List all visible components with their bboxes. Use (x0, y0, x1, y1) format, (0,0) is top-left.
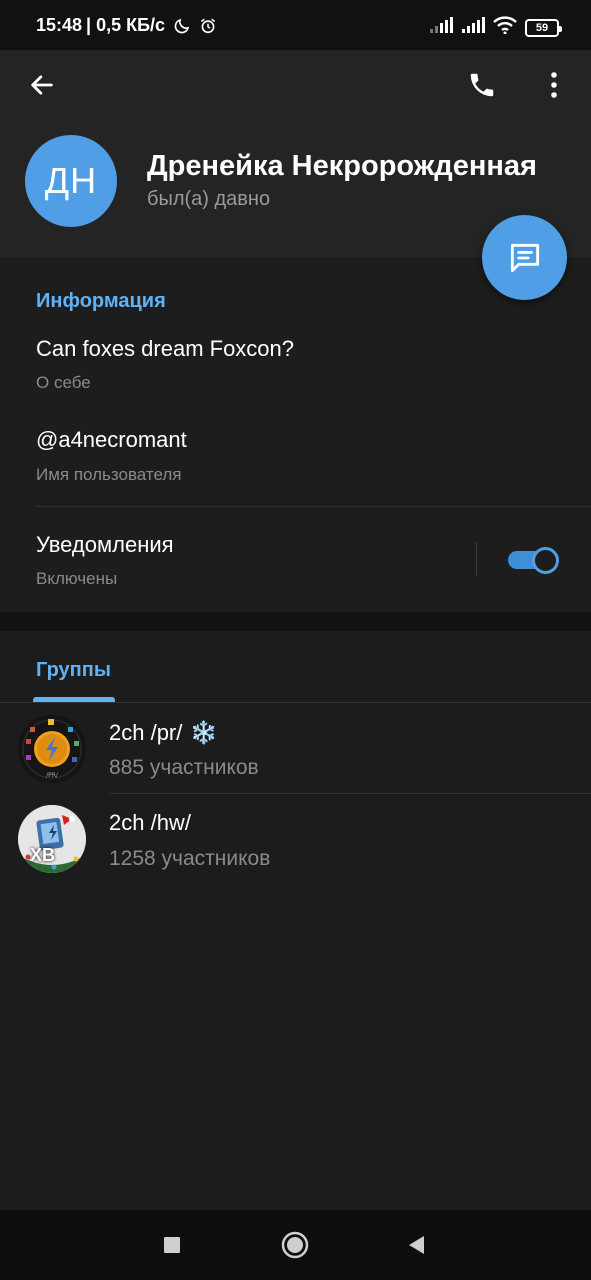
avatar-initials: ДН (44, 160, 98, 201)
system-nav-bar (0, 1210, 591, 1280)
notifications-toggle[interactable] (508, 547, 560, 574)
moon-icon (173, 17, 191, 35)
info-divider (36, 506, 591, 507)
group-name: 2ch /pr/ (109, 720, 183, 745)
info-section: Информация Can foxes dream Foxcon? О себ… (0, 260, 591, 612)
svg-text:/PR/: /PR/ (46, 772, 59, 779)
message-icon (510, 243, 539, 272)
triangle-back-icon (409, 1236, 424, 1254)
profile-avatar[interactable]: ДН (25, 135, 117, 227)
section-gap (0, 612, 591, 631)
back-nav-button[interactable] (396, 1225, 436, 1265)
info-section-title: Информация (36, 290, 166, 312)
profile-status: был(а) давно (147, 188, 271, 210)
tab-groups[interactable]: Группы (36, 659, 111, 682)
username-value: @a4necromant (36, 427, 187, 452)
square-icon (164, 1237, 180, 1253)
group-members-hw: 1258 участников (109, 847, 271, 870)
groups-section: Группы /PR/ 2ch /pr/ ❄️ 885 участников X… (0, 631, 591, 1210)
battery-level: 59 (535, 21, 549, 34)
notifications-row[interactable]: Уведомления Включены (0, 520, 460, 600)
home-button[interactable] (275, 1225, 315, 1265)
username-label: Имя пользователя (36, 465, 182, 484)
alarm-icon (199, 17, 217, 35)
toggle-knob (532, 547, 559, 574)
more-button[interactable] (534, 65, 574, 105)
phone-icon (470, 73, 494, 97)
bio-value: Can foxes dream Foxcon? (36, 336, 295, 361)
group-item-pr[interactable]: /PR/ 2ch /pr/ ❄️ 885 участников (0, 703, 591, 793)
signal-icon (461, 17, 485, 38)
xb-avatar-text: XB (30, 845, 56, 865)
bio-label: О себе (36, 373, 91, 392)
status-time-group: 15:48 | 0,5 КБ/с (36, 15, 217, 36)
wifi-icon (493, 16, 517, 39)
back-button[interactable] (22, 65, 62, 105)
more-vertical-icon (551, 72, 557, 98)
signal-icon (429, 17, 453, 38)
call-button[interactable] (462, 65, 502, 105)
lightning-avatar-icon: /PR/ (18, 715, 86, 783)
notifications-value: Уведомления (36, 532, 174, 557)
notifications-separator (476, 542, 477, 576)
group-title-pr: 2ch /pr/ ❄️ (109, 720, 218, 746)
xb-avatar-icon: XB (18, 805, 86, 873)
status-time: 15:48 (36, 15, 83, 35)
group-item-hw[interactable]: XB 2ch /hw/ 1258 участников (0, 794, 591, 884)
recents-button[interactable] (152, 1225, 192, 1265)
group-members-pr: 885 участников (109, 756, 259, 779)
snowflake-icon: ❄️ (190, 720, 218, 745)
profile-screen: 15:48 | 0,5 КБ/с 59 ДН Дренейка Некророж… (0, 0, 591, 1280)
status-speed: | 0,5 КБ/с (86, 15, 166, 35)
status-bar: 15:48 | 0,5 КБ/с 59 (0, 0, 591, 50)
status-icons: 59 (429, 16, 562, 39)
profile-name: Дренейка Некророжденная (147, 150, 537, 182)
arrow-left-icon (31, 75, 53, 95)
home-circle-icon (281, 1231, 309, 1259)
group-name: 2ch /hw/ (109, 810, 191, 835)
battery-icon: 59 (525, 18, 562, 37)
bio-row[interactable]: Can foxes dream Foxcon? О себе (0, 326, 591, 406)
notifications-label: Включены (36, 569, 118, 588)
username-row[interactable]: @a4necromant Имя пользователя (0, 416, 591, 496)
send-message-button[interactable] (482, 215, 567, 300)
group-title-hw: 2ch /hw/ (109, 810, 191, 836)
